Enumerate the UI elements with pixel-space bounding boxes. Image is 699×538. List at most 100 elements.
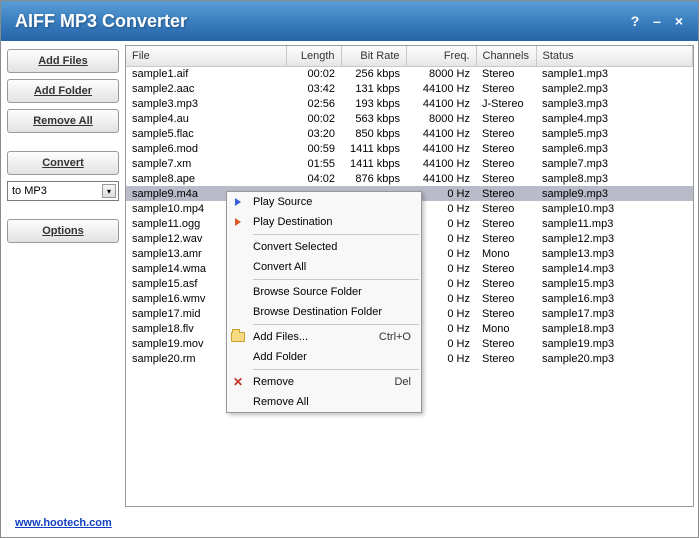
table-row[interactable]: sample4.au00:02563 kbps8000 HzStereosamp… — [126, 111, 693, 126]
cell-file: sample7.xm — [126, 156, 286, 171]
options-button[interactable]: Options — [7, 219, 119, 243]
cell-freq: 8000 Hz — [406, 111, 476, 126]
cell-freq: 44100 Hz — [406, 141, 476, 156]
cell-status: sample3.mp3 — [536, 96, 693, 111]
menu-browse-source[interactable]: Browse Source Folder — [227, 282, 421, 302]
table-row[interactable]: sample5.flac03:20850 kbps44100 HzStereos… — [126, 126, 693, 141]
table-header-row: File Length Bit Rate Freq. Channels Stat… — [126, 46, 693, 66]
cell-bitrate: 1411 kbps — [341, 141, 406, 156]
cell-channels: Mono — [476, 321, 536, 336]
menu-remove-all[interactable]: Remove All — [227, 392, 421, 412]
play-icon — [227, 198, 249, 206]
cell-channels: Stereo — [476, 201, 536, 216]
cell-channels: Stereo — [476, 306, 536, 321]
convert-button[interactable]: Convert — [7, 151, 119, 175]
cell-channels: Stereo — [476, 351, 536, 366]
delete-icon: ✕ — [227, 375, 249, 389]
shortcut-label: Ctrl+O — [379, 331, 415, 343]
menu-remove[interactable]: ✕ Remove Del — [227, 372, 421, 392]
context-menu: Play Source Play Destination Convert Sel… — [226, 191, 422, 413]
col-freq[interactable]: Freq. — [406, 46, 476, 66]
sidebar: Add Files Add Folder Remove All Convert … — [5, 45, 121, 507]
cell-status: sample5.mp3 — [536, 126, 693, 141]
menu-play-source[interactable]: Play Source — [227, 192, 421, 212]
cell-length: 00:59 — [286, 141, 341, 156]
cell-status: sample13.mp3 — [536, 246, 693, 261]
table-row[interactable]: sample8.ape04:02876 kbps44100 HzStereosa… — [126, 171, 693, 186]
cell-length: 00:02 — [286, 66, 341, 81]
cell-status: sample1.mp3 — [536, 66, 693, 81]
cell-freq: 44100 Hz — [406, 171, 476, 186]
cell-length: 01:55 — [286, 156, 341, 171]
cell-status: sample4.mp3 — [536, 111, 693, 126]
table-row[interactable]: sample1.aif00:02256 kbps8000 HzStereosam… — [126, 66, 693, 81]
cell-channels: Stereo — [476, 141, 536, 156]
cell-freq: 44100 Hz — [406, 96, 476, 111]
col-channels[interactable]: Channels — [476, 46, 536, 66]
website-link[interactable]: www.hootech.com — [15, 517, 112, 529]
cell-channels: Stereo — [476, 336, 536, 351]
help-button[interactable]: ? — [626, 13, 644, 29]
col-file[interactable]: File — [126, 46, 286, 66]
cell-file: sample5.flac — [126, 126, 286, 141]
table-row[interactable]: sample2.aac03:42131 kbps44100 HzStereosa… — [126, 81, 693, 96]
titlebar: AIFF MP3 Converter ? – × — [1, 1, 698, 41]
cell-status: sample2.mp3 — [536, 81, 693, 96]
cell-status: sample14.mp3 — [536, 261, 693, 276]
cell-length: 00:02 — [286, 111, 341, 126]
minimize-button[interactable]: – — [648, 13, 666, 29]
cell-channels: Stereo — [476, 126, 536, 141]
menu-add-folder[interactable]: Add Folder — [227, 347, 421, 367]
cell-channels: Stereo — [476, 111, 536, 126]
file-list-panel: File Length Bit Rate Freq. Channels Stat… — [125, 45, 694, 507]
menu-add-files[interactable]: Add Files... Ctrl+O — [227, 327, 421, 347]
window-title: AIFF MP3 Converter — [15, 11, 622, 32]
cell-channels: J-Stereo — [476, 96, 536, 111]
col-length[interactable]: Length — [286, 46, 341, 66]
cell-channels: Stereo — [476, 156, 536, 171]
chevron-down-icon: ▾ — [102, 184, 116, 198]
cell-file: sample6.mod — [126, 141, 286, 156]
cell-channels: Stereo — [476, 81, 536, 96]
cell-status: sample7.mp3 — [536, 156, 693, 171]
cell-status: sample12.mp3 — [536, 231, 693, 246]
col-status[interactable]: Status — [536, 46, 693, 66]
cell-channels: Stereo — [476, 261, 536, 276]
cell-status: sample16.mp3 — [536, 291, 693, 306]
cell-file: sample2.aac — [126, 81, 286, 96]
cell-file: sample1.aif — [126, 66, 286, 81]
menu-play-destination[interactable]: Play Destination — [227, 212, 421, 232]
menu-browse-dest[interactable]: Browse Destination Folder — [227, 302, 421, 322]
add-files-button[interactable]: Add Files — [7, 49, 119, 73]
add-folder-button[interactable]: Add Folder — [7, 79, 119, 103]
cell-status: sample11.mp3 — [536, 216, 693, 231]
menu-convert-all[interactable]: Convert All — [227, 257, 421, 277]
cell-file: sample8.ape — [126, 171, 286, 186]
play-icon — [227, 218, 249, 226]
menu-separator — [253, 234, 419, 235]
cell-bitrate: 850 kbps — [341, 126, 406, 141]
col-bitrate[interactable]: Bit Rate — [341, 46, 406, 66]
cell-freq: 44100 Hz — [406, 156, 476, 171]
cell-status: sample6.mp3 — [536, 141, 693, 156]
table-row[interactable]: sample6.mod00:591411 kbps44100 HzStereos… — [126, 141, 693, 156]
cell-channels: Stereo — [476, 216, 536, 231]
menu-separator — [253, 279, 419, 280]
cell-channels: Mono — [476, 246, 536, 261]
menu-convert-selected[interactable]: Convert Selected — [227, 237, 421, 257]
cell-status: sample19.mp3 — [536, 336, 693, 351]
cell-freq: 44100 Hz — [406, 126, 476, 141]
remove-all-button[interactable]: Remove All — [7, 109, 119, 133]
menu-separator — [253, 324, 419, 325]
cell-status: sample9.mp3 — [536, 186, 693, 201]
close-button[interactable]: × — [670, 13, 688, 29]
cell-bitrate: 256 kbps — [341, 66, 406, 81]
content-area: Add Files Add Folder Remove All Convert … — [1, 41, 698, 511]
cell-status: sample15.mp3 — [536, 276, 693, 291]
cell-length: 04:02 — [286, 171, 341, 186]
table-row[interactable]: sample3.mp302:56193 kbps44100 HzJ-Stereo… — [126, 96, 693, 111]
cell-channels: Stereo — [476, 186, 536, 201]
cell-bitrate: 131 kbps — [341, 81, 406, 96]
table-row[interactable]: sample7.xm01:551411 kbps44100 HzStereosa… — [126, 156, 693, 171]
format-select[interactable]: to MP3 ▾ — [7, 181, 119, 201]
